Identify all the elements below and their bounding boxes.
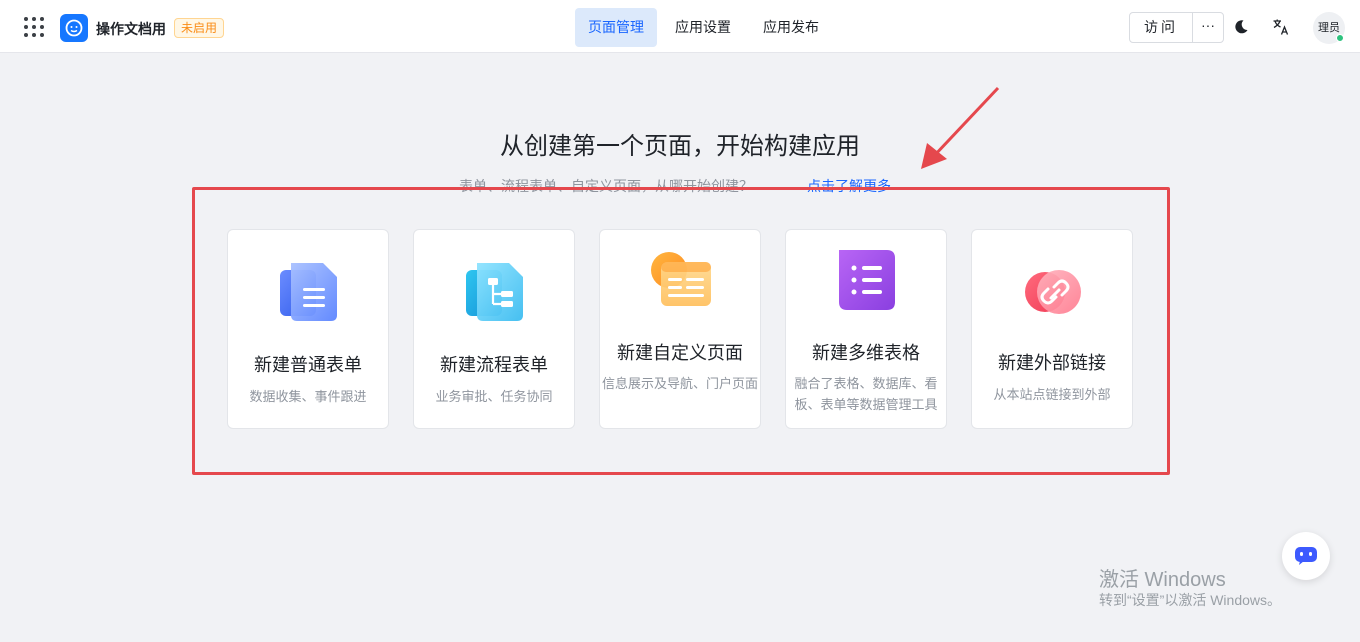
moon-icon[interactable] xyxy=(1233,19,1249,35)
app-grid-icon[interactable] xyxy=(24,17,44,37)
windows-watermark-title: 激活 Windows xyxy=(1099,569,1226,591)
tab-page-management[interactable]: 页面管理 xyxy=(575,8,657,47)
windows-watermark-subtitle: 转到“设置”以激活 Windows。 xyxy=(1099,592,1282,608)
tab-app-publish[interactable]: 应用发布 xyxy=(750,8,832,47)
card-description: 融合了表格、数据库、看板、表单等数据管理工具 xyxy=(794,376,938,412)
translate-icon[interactable] xyxy=(1272,18,1290,36)
top-bar: 操作文档用 未启用 页面管理 应用设置 应用发布 访问 ··· 理员 xyxy=(0,0,1360,53)
card-title: 新建自定义页面 xyxy=(617,343,743,363)
custom-page-icon xyxy=(649,248,713,312)
status-badge: 未启用 xyxy=(174,18,225,38)
card-title: 新建普通表单 xyxy=(254,355,362,375)
create-form-card[interactable]: 新建普通表单 数据收集、事件跟进 xyxy=(227,229,389,429)
more-options-button[interactable]: ··· xyxy=(1193,13,1223,42)
chat-bot-icon xyxy=(1295,547,1317,565)
app-logo-icon xyxy=(60,14,88,42)
form-icon xyxy=(277,260,341,324)
link-icon xyxy=(1021,260,1085,324)
card-title: 新建流程表单 xyxy=(440,355,548,375)
workflow-form-icon xyxy=(463,260,527,324)
create-external-link-card[interactable]: 新建外部链接 从本站点链接到外部 xyxy=(971,229,1133,429)
create-multi-table-card[interactable]: 新建多维表格 融合了表格、数据库、看板、表单等数据管理工具 xyxy=(785,229,947,429)
card-title: 新建外部链接 xyxy=(998,353,1106,373)
learn-more-link[interactable]: 点击了解更多 xyxy=(807,176,891,196)
card-description: 数据收集、事件跟进 xyxy=(249,389,367,404)
tab-app-settings[interactable]: 应用设置 xyxy=(662,8,744,47)
app-name: 操作文档用 xyxy=(96,21,166,37)
page-subtitle: 表单、流程表单、自定义页面，从哪开始创建？ xyxy=(459,178,753,194)
visit-button-group: 访问 ··· xyxy=(1129,12,1224,43)
online-status-dot xyxy=(1336,34,1344,42)
card-description: 信息展示及导航、门户页面 xyxy=(602,376,759,391)
visit-button[interactable]: 访问 xyxy=(1130,13,1193,42)
card-description: 从本站点链接到外部 xyxy=(993,387,1111,402)
card-title: 新建多维表格 xyxy=(812,343,920,363)
page-title: 从创建第一个页面，开始构建应用 xyxy=(500,133,860,160)
create-workflow-form-card[interactable]: 新建流程表单 业务审批、任务协同 xyxy=(413,229,575,429)
assistant-button[interactable] xyxy=(1282,532,1330,580)
multi-table-icon xyxy=(835,248,899,312)
create-custom-page-card[interactable]: 新建自定义页面 信息展示及导航、门户页面 xyxy=(599,229,761,429)
annotation-arrow xyxy=(921,86,1000,169)
card-description: 业务审批、任务协同 xyxy=(435,389,553,404)
